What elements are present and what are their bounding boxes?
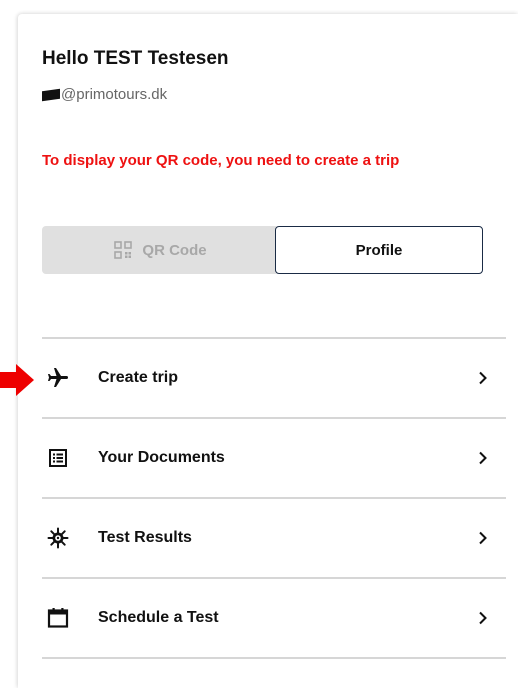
profile-button[interactable]: Profile: [275, 226, 483, 274]
document-list-icon: [44, 444, 72, 472]
chevron-right-icon: [478, 371, 488, 385]
menu-item-label: Your Documents: [98, 449, 225, 466]
user-email: @primotours.dk: [42, 86, 167, 103]
page: Hello TEST Testesen @primotours.dk To di…: [0, 0, 518, 688]
virus-icon: [44, 524, 72, 552]
profile-button-label: Profile: [355, 241, 403, 259]
menu-item-your-documents[interactable]: Your Documents: [42, 419, 506, 497]
qr-code-button[interactable]: QR Code: [42, 226, 279, 274]
menu-divider: [42, 657, 506, 659]
menu-item-label: Create trip: [98, 369, 179, 386]
email-domain: @primotours.dk: [61, 86, 168, 103]
chevron-right-icon: [478, 611, 488, 625]
calendar-icon: [44, 604, 72, 632]
qr-code-button-label: QR Code: [142, 241, 207, 259]
profile-menu-card: Hello TEST Testesen @primotours.dk To di…: [18, 14, 518, 688]
airplane-icon: [44, 364, 72, 392]
user-greeting: Hello TEST Testesen: [42, 48, 229, 69]
red-arrow-icon: [0, 364, 34, 396]
chevron-right-icon: [478, 531, 488, 545]
qr-code-icon: [114, 241, 133, 259]
menu-item-label: Test Results: [98, 529, 192, 546]
menu-item-create-trip[interactable]: Create trip: [42, 339, 506, 417]
qr-warning-message: To display your QR code, you need to cre…: [42, 152, 400, 169]
menu-item-test-results[interactable]: Test Results: [42, 499, 506, 577]
redacted-email-user: [42, 88, 60, 101]
menu-item-schedule-a-test[interactable]: Schedule a Test: [42, 579, 506, 657]
chevron-right-icon: [478, 451, 488, 465]
menu-item-label: Schedule a Test: [98, 609, 219, 626]
